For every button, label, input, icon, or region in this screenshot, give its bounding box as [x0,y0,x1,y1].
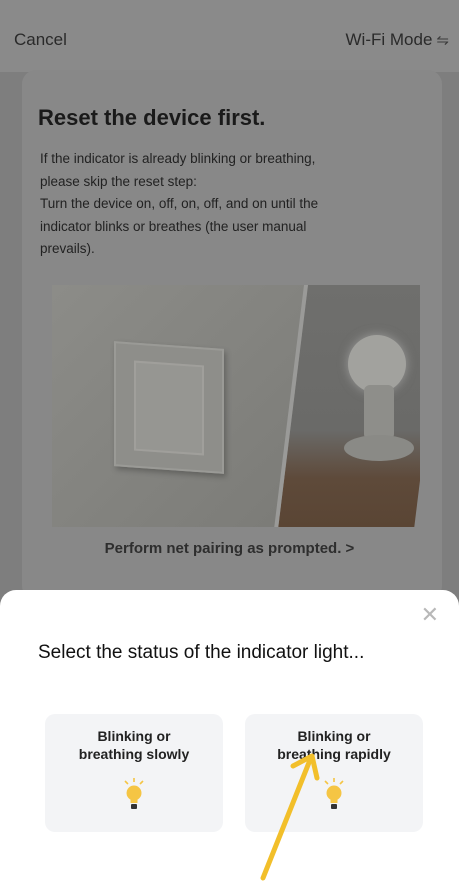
swap-icon: ⇋ [436,32,449,49]
instruction-line: indicator blinks or breathes (the user m… [40,218,307,234]
wifi-mode-switch[interactable]: Wi-Fi Mode ⇋ [346,30,449,50]
option-blinking-slowly[interactable]: Blinking or breathing slowly [45,714,223,832]
instruction-line: prevails). [40,241,95,256]
cancel-button[interactable]: Cancel [14,30,67,50]
lamp-neck [364,385,394,440]
light-bulb-icon [324,778,344,809]
light-switch-rocker [134,360,204,456]
option-label: Blinking or breathing slowly [45,727,223,763]
option-label-line: Blinking or [97,728,171,744]
device-illustration [52,285,420,527]
light-bulb-icon [124,778,144,809]
wifi-mode-label: Wi-Fi Mode [345,30,433,49]
lamp-base [344,435,414,461]
instruction-line: If the indicator is already blinking or … [40,151,316,166]
card-title: Reset the device first. [38,105,266,130]
option-label-line: Blinking or [297,728,371,744]
net-pairing-link[interactable]: Perform net pairing as prompted. > [0,540,459,557]
card-instructions: If the indicator is already blinking or … [40,148,400,261]
instruction-line: please skip the reset step: [40,173,197,189]
close-icon[interactable]: ✕ [421,604,439,626]
sheet-title: Select the status of the indicator light… [38,642,365,663]
instruction-line: Turn the device on, off, on, off, and on… [40,196,319,211]
pointer-arrow-icon [260,753,320,881]
indicator-status-sheet: ✕ Select the status of the indicator lig… [0,590,459,892]
navigation-bar: Cancel Wi-Fi Mode ⇋ [0,0,459,72]
option-label-line: breathing slowly [78,746,190,762]
